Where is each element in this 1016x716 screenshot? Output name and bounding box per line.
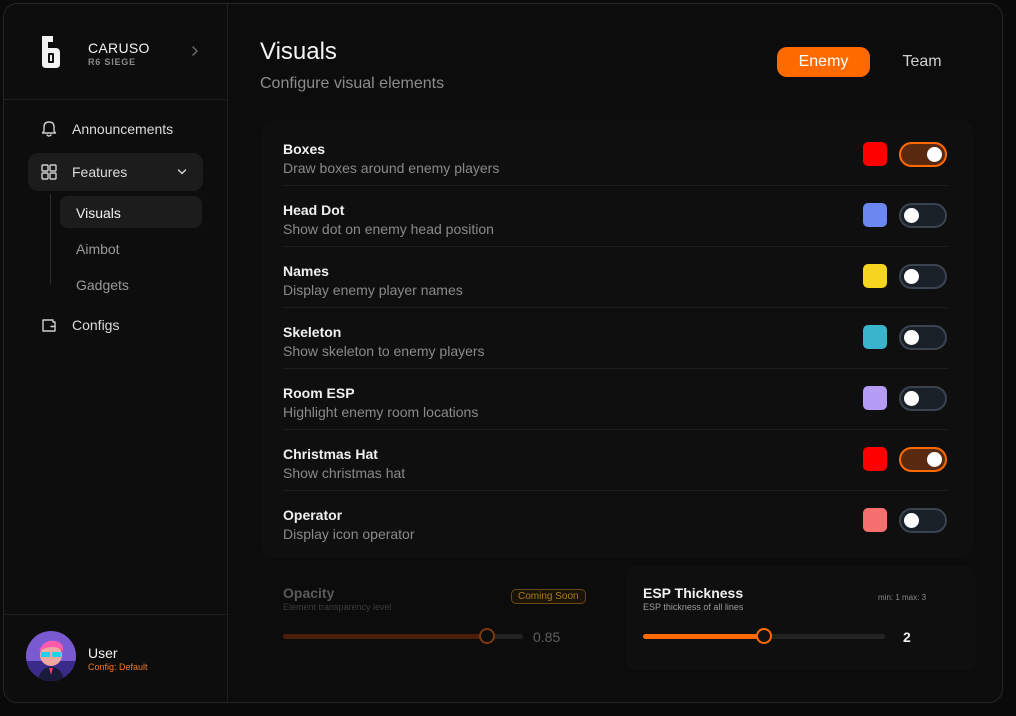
toggle-knob: [904, 330, 919, 345]
feature-toggle[interactable]: [899, 508, 947, 533]
feature-name: Boxes: [283, 141, 326, 157]
feature-name: Room ESP: [283, 385, 355, 401]
sidebar-item-label: Announcements: [72, 121, 174, 137]
feature-row: Boxes Draw boxes around enemy players: [283, 125, 947, 186]
user-profile[interactable]: User Config: Default: [4, 614, 228, 702]
coming-soon-badge: Coming Soon: [511, 589, 586, 604]
esp-thickness-description: ESP thickness of all lines: [643, 602, 744, 612]
subitem-label: Gadgets: [76, 277, 129, 293]
color-swatch[interactable]: [863, 325, 887, 349]
feature-name: Christmas Hat: [283, 446, 378, 462]
feature-description: Display icon operator: [283, 526, 415, 542]
sidebar-item-label: Configs: [72, 317, 120, 333]
esp-slider-thumb[interactable]: [756, 628, 772, 644]
esp-slider-track[interactable]: [643, 628, 885, 644]
feature-name: Names: [283, 263, 329, 279]
esp-thickness-slider-card: ESP Thickness ESP thickness of all lines…: [626, 566, 976, 670]
opacity-value: 0.85: [533, 629, 561, 645]
feature-description: Draw boxes around enemy players: [283, 160, 500, 176]
bell-icon: [41, 121, 57, 137]
feature-row: Christmas Hat Show christmas hat: [283, 430, 947, 491]
user-config-label: Config: Default: [88, 662, 148, 672]
app-window: CARUSO R6 SIEGE Announcements Features V…: [3, 3, 1003, 703]
user-name: User: [88, 645, 118, 661]
feature-description: Show skeleton to enemy players: [283, 343, 485, 359]
page-subtitle: Configure visual elements: [260, 75, 445, 92]
features-panel: Boxes Draw boxes around enemy players Head…: [261, 120, 973, 558]
color-swatch[interactable]: [863, 386, 887, 410]
color-swatch[interactable]: [863, 142, 887, 166]
feature-name: Skeleton: [283, 324, 342, 340]
toggle-knob: [904, 208, 919, 223]
chevron-right-icon[interactable]: [188, 44, 202, 58]
wallet-icon: [42, 319, 56, 332]
feature-toggle[interactable]: [899, 386, 947, 411]
toggle-knob: [904, 391, 919, 406]
feature-toggle[interactable]: [899, 142, 947, 167]
sidebar-item-announcements[interactable]: Announcements: [28, 110, 203, 148]
esp-slider-fill: [643, 634, 764, 639]
opacity-description: Element transparency level: [283, 602, 392, 612]
subitem-label: Aimbot: [76, 241, 120, 257]
subitem-label: Visuals: [76, 205, 121, 221]
sidebar-subitem-visuals[interactable]: Visuals: [60, 196, 202, 228]
color-swatch[interactable]: [863, 447, 887, 471]
esp-range-label: min: 1 max: 3: [878, 593, 927, 602]
esp-value: 2: [903, 629, 911, 645]
feature-row: Operator Display icon operator: [283, 491, 947, 552]
esp-thickness-title: ESP Thickness: [643, 585, 744, 601]
toggle-knob: [904, 269, 919, 284]
brand-header[interactable]: CARUSO R6 SIEGE: [4, 4, 228, 100]
feature-toggle[interactable]: [899, 325, 947, 350]
page-title: Visuals: [260, 38, 337, 65]
color-swatch[interactable]: [863, 264, 887, 288]
avatar-image-icon: [26, 631, 76, 681]
opacity-slider-fill: [283, 634, 487, 639]
feature-toggle[interactable]: [899, 203, 947, 228]
feature-row: Head Dot Show dot on enemy head position: [283, 186, 947, 247]
sidebar-item-features[interactable]: Features: [28, 153, 203, 191]
color-swatch[interactable]: [863, 508, 887, 532]
brand-name: CARUSO: [88, 40, 150, 56]
feature-toggle[interactable]: [899, 447, 947, 472]
feature-description: Show dot on enemy head position: [283, 221, 494, 237]
feature-description: Display enemy player names: [283, 282, 463, 298]
toggle-knob: [927, 452, 942, 467]
avatar[interactable]: [26, 631, 76, 681]
chevron-down-icon[interactable]: [176, 166, 188, 178]
rainbow-six-logo-icon: [42, 36, 60, 68]
sidebar: CARUSO R6 SIEGE Announcements Features V…: [4, 4, 228, 702]
opacity-slider-thumb[interactable]: [479, 628, 495, 644]
sidebar-item-configs[interactable]: Configs: [28, 306, 203, 344]
opacity-slider-card: Opacity Element transparency level Comin…: [266, 566, 596, 670]
feature-name: Head Dot: [283, 202, 345, 218]
sidebar-subitem-aimbot[interactable]: Aimbot: [60, 232, 202, 264]
feature-row: Room ESP Highlight enemy room locations: [283, 369, 947, 430]
tab-enemy[interactable]: Enemy: [777, 47, 870, 77]
color-swatch[interactable]: [863, 203, 887, 227]
toggle-knob: [927, 147, 942, 162]
feature-toggle[interactable]: [899, 264, 947, 289]
feature-row: Names Display enemy player names: [283, 247, 947, 308]
opacity-title: Opacity: [283, 585, 335, 601]
feature-row: Skeleton Show skeleton to enemy players: [283, 308, 947, 369]
feature-name: Operator: [283, 507, 343, 523]
sidebar-subitem-gadgets[interactable]: Gadgets: [60, 268, 202, 300]
toggle-knob: [904, 513, 919, 528]
grid-icon: [41, 164, 57, 180]
sidebar-item-label: Features: [72, 164, 128, 180]
submenu-guide-line: [50, 194, 51, 284]
main-content: Visuals Configure visual elements Enemy …: [229, 4, 1002, 702]
feature-description: Highlight enemy room locations: [283, 404, 479, 420]
tab-team[interactable]: Team: [889, 47, 955, 77]
opacity-slider-track[interactable]: [283, 628, 523, 644]
brand-subtitle: R6 SIEGE: [88, 57, 136, 67]
feature-description: Show christmas hat: [283, 465, 406, 481]
